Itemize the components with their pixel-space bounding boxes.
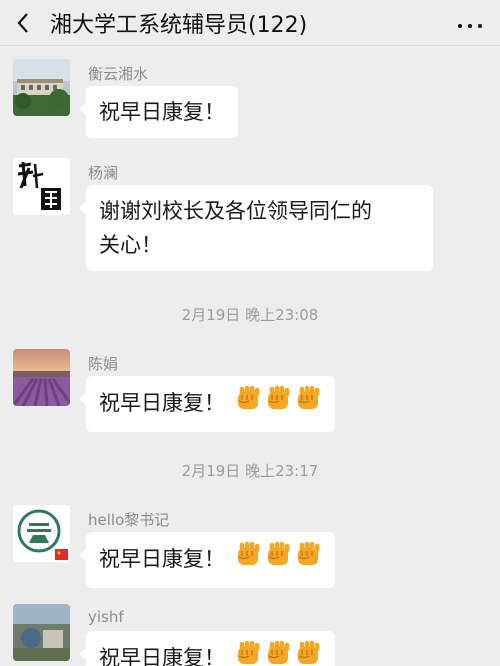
chat-header: 湘大学工系统辅导员(122) bbox=[0, 0, 500, 46]
school-logo-avatar bbox=[13, 505, 70, 562]
message-text: 祝早日康复！ bbox=[99, 391, 225, 415]
sender-name: hello黎书记 bbox=[88, 511, 170, 529]
fist-emoji-icon bbox=[234, 541, 262, 579]
timestamp: 2月19日 晚上23:08 bbox=[181, 306, 319, 324]
fist-emoji-icon bbox=[264, 385, 292, 423]
fist-emoji-icon bbox=[294, 385, 322, 423]
fist-emoji-icon bbox=[264, 541, 292, 579]
timestamp: 2月19日 晚上23:17 bbox=[181, 462, 319, 480]
campus-building-photo bbox=[13, 59, 70, 116]
sender-name: yishf bbox=[88, 608, 124, 626]
avatar[interactable] bbox=[13, 505, 70, 562]
emoji-group bbox=[232, 541, 322, 571]
fist-emoji-icon bbox=[234, 385, 262, 423]
chevron-left-icon bbox=[17, 12, 28, 33]
fist-emoji-icon bbox=[234, 640, 262, 666]
emoji-group bbox=[232, 640, 322, 666]
message-bubble[interactable]: 谢谢刘校长及各位领导同仁的 关心！ bbox=[79, 185, 433, 271]
message-bubble[interactable]: 祝早日康复！ bbox=[79, 376, 335, 432]
more-dots-icon bbox=[455, 13, 485, 32]
chat-title: 湘大学工系统辅导员(122) bbox=[50, 12, 308, 38]
message-bubble[interactable]: 祝早日康复！ bbox=[79, 86, 238, 138]
message-bubble[interactable]: 祝早日康复！ bbox=[79, 532, 335, 588]
message-text: 祝早日康复！ bbox=[99, 646, 225, 666]
message-text-line: 谢谢刘校长及各位领导同仁的 bbox=[99, 199, 372, 223]
avatar[interactable] bbox=[13, 349, 70, 406]
lavender-field-photo bbox=[13, 349, 70, 406]
sender-name: 衡云湘水 bbox=[88, 65, 149, 83]
emoji-group bbox=[232, 385, 322, 415]
message-bubble[interactable]: 祝早日康复！ bbox=[79, 631, 335, 666]
message-text: 祝早日康复！ bbox=[99, 100, 225, 124]
message-text-line: 关心！ bbox=[99, 233, 162, 257]
back-button[interactable] bbox=[0, 0, 46, 46]
fist-emoji-icon bbox=[294, 541, 322, 579]
message-list[interactable]: 衡云湘水 祝早日康复！ 杨澜 谢谢刘校长及各位领导同仁的 关心！ 2月19日 晚… bbox=[0, 46, 500, 666]
avatar[interactable] bbox=[13, 59, 70, 116]
avatar[interactable] bbox=[13, 604, 70, 661]
calligraphy-avatar bbox=[13, 158, 70, 215]
message-text: 祝早日康复！ bbox=[99, 547, 225, 571]
more-button[interactable] bbox=[440, 0, 500, 46]
sender-name: 陈娟 bbox=[88, 355, 119, 373]
sender-name: 杨澜 bbox=[88, 164, 119, 182]
fist-emoji-icon bbox=[294, 640, 322, 666]
outdoor-photo bbox=[13, 604, 70, 661]
avatar[interactable] bbox=[13, 158, 70, 215]
fist-emoji-icon bbox=[264, 640, 292, 666]
